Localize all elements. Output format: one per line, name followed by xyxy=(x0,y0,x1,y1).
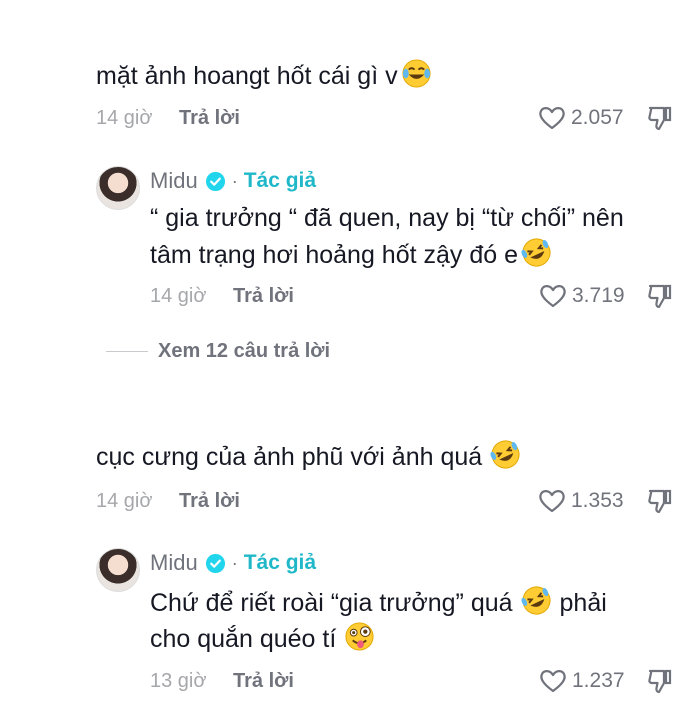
author-row: Midu · Tác giả xyxy=(150,166,316,196)
comment-text: cục cưng của ảnh phũ với ảnh quá xyxy=(96,438,521,476)
author-row: Midu · Tác giả xyxy=(150,548,316,578)
face-with-tears-of-joy-icon xyxy=(401,58,432,89)
author-name[interactable]: Midu xyxy=(150,550,198,576)
thumbs-down-outline-icon[interactable] xyxy=(645,486,675,516)
reply-time: 14 giờ xyxy=(150,285,207,307)
reply-button[interactable]: Trả lời xyxy=(233,281,294,311)
rolling-on-floor-laughing-icon xyxy=(521,585,552,616)
separator-dot: · xyxy=(231,552,238,573)
like-button[interactable]: 1.237 xyxy=(538,666,625,696)
reply-time: 13 giờ xyxy=(150,670,207,692)
rolling-on-floor-laughing-icon xyxy=(490,439,521,470)
reply-body: cho quắn quéo tí xyxy=(150,625,337,653)
comment-time: 14 giờ xyxy=(96,107,153,129)
heart-outline-icon xyxy=(537,103,567,133)
reply-text-line: Chứ để riết roài “gia trưởng” quá phải xyxy=(150,584,607,622)
reply-button[interactable]: Trả lời xyxy=(179,486,240,516)
comment-time: 14 giờ xyxy=(96,490,153,512)
reply-text-line: cho quắn quéo tí xyxy=(150,620,375,658)
reply-button[interactable]: Trả lời xyxy=(233,666,294,696)
verified-badge-icon xyxy=(205,553,226,574)
comment-meta: 14 giờ Trả lời 1.353 xyxy=(96,486,676,516)
like-button[interactable]: 1.353 xyxy=(537,486,624,516)
thumbs-down-outline-icon[interactable] xyxy=(645,281,675,311)
comment-text: mặt ảnh hoangt hốt cái gì v xyxy=(96,57,432,95)
verified-badge-icon xyxy=(205,171,226,192)
divider-line xyxy=(106,350,148,352)
comment-meta: 14 giờ Trả lời 2.057 xyxy=(96,103,676,133)
avatar[interactable] xyxy=(96,548,140,592)
like-count: 1.353 xyxy=(571,489,624,512)
separator-dot: · xyxy=(231,170,238,191)
heart-outline-icon xyxy=(538,666,568,696)
like-count: 2.057 xyxy=(571,106,624,129)
reply-meta: 14 giờ Trả lời 3.719 xyxy=(150,281,676,311)
comment-body: cục cưng của ảnh phũ với ảnh quá xyxy=(96,443,483,471)
author-tag: Tác giả xyxy=(243,551,317,574)
reply-meta: 13 giờ Trả lời 1.237 xyxy=(150,666,676,696)
comment-body: mặt ảnh hoangt hốt cái gì v xyxy=(96,62,398,90)
thumbs-down-outline-icon[interactable] xyxy=(645,103,675,133)
reply-button[interactable]: Trả lời xyxy=(179,103,240,133)
reply-text-line: tâm trạng hơi hoảng hốt zậy đó e xyxy=(150,236,552,274)
zany-face-icon xyxy=(344,621,375,652)
reply-body: tâm trạng hơi hoảng hốt zậy đó e xyxy=(150,241,519,269)
author-name[interactable]: Midu xyxy=(150,168,198,194)
view-replies-button[interactable]: Xem 12 câu trả lời xyxy=(106,336,330,366)
heart-outline-icon xyxy=(538,281,568,311)
like-count: 3.719 xyxy=(572,284,625,307)
avatar[interactable] xyxy=(96,166,140,210)
author-tag: Tác giả xyxy=(243,169,317,192)
thumbs-down-outline-icon[interactable] xyxy=(645,666,675,696)
reply-body-tail: phải xyxy=(559,589,607,617)
heart-outline-icon xyxy=(537,486,567,516)
like-button[interactable]: 3.719 xyxy=(538,281,625,311)
reply-text-line: “ gia trưởng “ đã quen, nay bị “từ chối”… xyxy=(150,204,624,232)
rolling-on-floor-laughing-icon xyxy=(521,237,552,268)
reply-body: Chứ để riết roài “gia trưởng” quá xyxy=(150,589,513,617)
like-button[interactable]: 2.057 xyxy=(537,103,624,133)
view-replies-label: Xem 12 câu trả lời xyxy=(158,339,331,362)
like-count: 1.237 xyxy=(572,669,625,692)
